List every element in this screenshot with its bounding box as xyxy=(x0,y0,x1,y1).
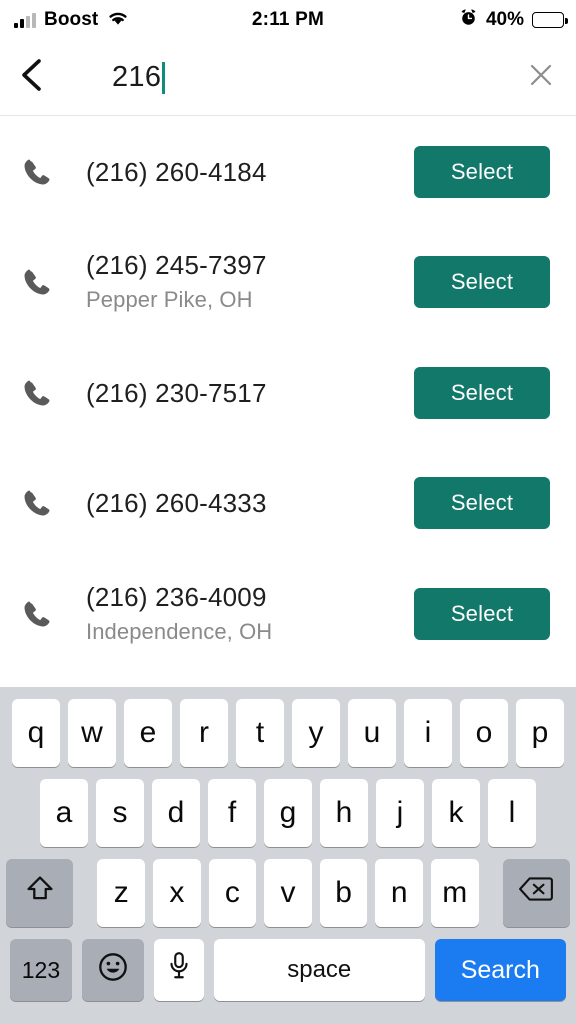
phone-icon xyxy=(0,155,68,189)
phone-icon xyxy=(0,376,68,410)
phone-number: (216) 260-4184 xyxy=(86,157,267,187)
select-button[interactable]: Select xyxy=(414,146,550,198)
result-text: (216) 260-4184 xyxy=(68,155,414,189)
table-row[interactable]: (216) 260-4184 Select xyxy=(0,117,576,227)
search-input[interactable]: 216 xyxy=(62,61,506,94)
key-t[interactable]: t xyxy=(236,699,284,767)
key-b[interactable]: b xyxy=(319,859,368,927)
phone-screen: Boost 2:11 PM 40% 216 (216) 260-4184 Sel… xyxy=(0,0,576,1024)
backspace-delete-icon xyxy=(518,875,554,911)
key-n[interactable]: n xyxy=(375,859,423,927)
key-p[interactable]: p xyxy=(516,699,564,767)
status-bar-right: 40% xyxy=(459,8,568,32)
search-input-value: 216 xyxy=(112,61,162,93)
key-v[interactable]: v xyxy=(264,859,312,927)
key-o[interactable]: o xyxy=(460,699,508,767)
key-l[interactable]: l xyxy=(488,779,536,847)
result-text: (216) 245-7397 Pepper Pike, OH xyxy=(68,248,414,316)
close-x-icon xyxy=(528,62,554,93)
keyboard-row-4: 123 space Search xyxy=(0,939,576,1001)
dictation-key[interactable] xyxy=(153,939,204,1001)
key-z[interactable]: z xyxy=(97,859,146,927)
status-bar: Boost 2:11 PM 40% xyxy=(0,0,576,40)
key-m[interactable]: m xyxy=(430,859,479,927)
key-i[interactable]: i xyxy=(404,699,452,767)
table-row[interactable]: (216) 260-4333 Select xyxy=(0,448,576,558)
key-c[interactable]: c xyxy=(208,859,257,927)
search-key[interactable]: Search xyxy=(434,939,567,1001)
select-button[interactable]: Select xyxy=(414,477,550,529)
space-key[interactable]: space xyxy=(213,939,425,1001)
on-screen-keyboard: q w e r t y u i o p a s d f g h j k l z … xyxy=(0,687,576,1024)
key-h[interactable]: h xyxy=(320,779,368,847)
keyboard-row-3: z x c v b n m xyxy=(0,859,576,927)
phone-icon xyxy=(0,486,68,520)
result-text: (216) 260-4333 xyxy=(68,486,414,520)
phone-icon xyxy=(0,265,68,299)
alarm-clock-icon xyxy=(459,8,478,32)
shift-arrow-icon xyxy=(24,873,56,913)
key-w[interactable]: w xyxy=(68,699,116,767)
key-g[interactable]: g xyxy=(264,779,312,847)
select-button[interactable]: Select xyxy=(414,588,550,640)
table-row[interactable]: (216) 230-7517 Select xyxy=(0,338,576,448)
select-button[interactable]: Select xyxy=(414,367,550,419)
key-f[interactable]: f xyxy=(208,779,256,847)
key-s[interactable]: s xyxy=(96,779,144,847)
key-k[interactable]: k xyxy=(432,779,480,847)
select-button[interactable]: Select xyxy=(414,256,550,308)
key-e[interactable]: e xyxy=(124,699,172,767)
phone-number: (216) 236-4009 xyxy=(86,582,267,612)
numeric-key[interactable]: 123 xyxy=(10,939,72,1001)
table-row[interactable]: (216) 245-7397 Pepper Pike, OH Select xyxy=(0,227,576,337)
clear-search-button[interactable] xyxy=(506,40,576,116)
emoji-key[interactable] xyxy=(81,939,144,1001)
key-y[interactable]: y xyxy=(292,699,340,767)
result-text: (216) 236-4009 Independence, OH xyxy=(68,580,414,648)
keyboard-row-2: a s d f g h j k l xyxy=(0,779,576,847)
key-a[interactable]: a xyxy=(40,779,88,847)
battery-icon xyxy=(532,12,568,28)
key-d[interactable]: d xyxy=(152,779,200,847)
phone-location: Pepper Pike, OH xyxy=(86,287,253,312)
result-text: (216) 230-7517 xyxy=(68,376,414,410)
keyboard-row-1: q w e r t y u i o p xyxy=(0,699,576,767)
table-row[interactable]: (216) 236-4009 Independence, OH Select xyxy=(0,559,576,669)
backspace-key[interactable] xyxy=(502,859,570,927)
key-j[interactable]: j xyxy=(376,779,424,847)
back-button[interactable] xyxy=(0,40,62,116)
phone-location: Independence, OH xyxy=(86,619,273,644)
phone-number: (216) 260-4333 xyxy=(86,488,267,518)
shift-key[interactable] xyxy=(6,859,74,927)
chevron-left-icon xyxy=(18,58,44,97)
search-header: 216 xyxy=(0,40,576,116)
text-caret xyxy=(162,61,166,94)
key-q[interactable]: q xyxy=(12,699,60,767)
microphone-icon xyxy=(166,951,192,989)
key-r[interactable]: r xyxy=(180,699,228,767)
phone-number: (216) 245-7397 xyxy=(86,250,267,280)
phone-number: (216) 230-7517 xyxy=(86,378,267,408)
emoji-smiley-icon xyxy=(98,952,128,988)
search-results-list: (216) 260-4184 Select (216) 245-7397 Pep… xyxy=(0,117,576,687)
battery-percent-label: 40% xyxy=(485,9,524,30)
phone-icon xyxy=(0,597,68,631)
key-x[interactable]: x xyxy=(153,859,201,927)
key-u[interactable]: u xyxy=(348,699,396,767)
